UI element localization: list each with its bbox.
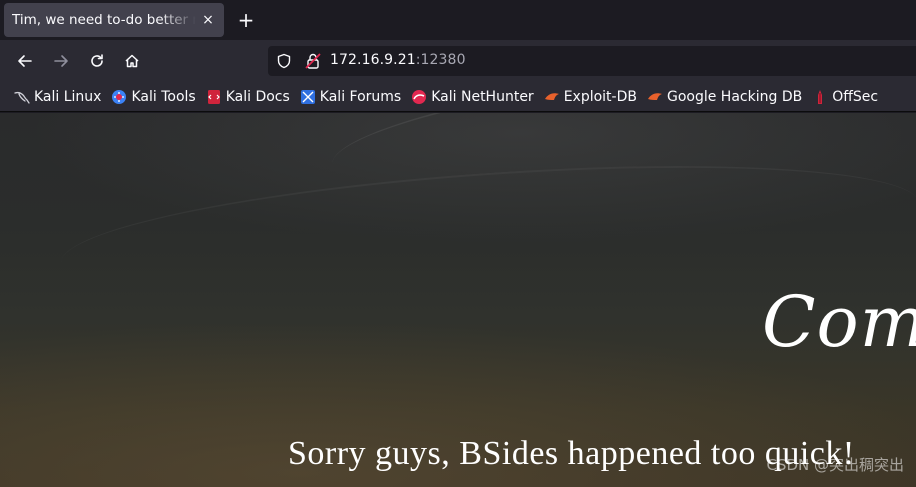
bookmark-label: Google Hacking DB — [666, 88, 803, 105]
insecure-lock-icon[interactable] — [304, 52, 322, 70]
home-button[interactable] — [119, 48, 145, 74]
page-headline: Comi — [762, 281, 916, 363]
forward-button[interactable] — [48, 48, 74, 74]
close-tab-icon[interactable]: × — [200, 12, 216, 28]
bookmark-label: Exploit-DB — [563, 88, 637, 105]
bookmark-label: Kali Linux — [34, 88, 102, 105]
bookmark-label: Kali Forums — [319, 88, 402, 105]
bookmark-google-hacking-db[interactable]: Google Hacking DB — [643, 85, 806, 109]
bookmark-label: OffSec — [832, 88, 879, 105]
csdn-watermark: CSDN @突出稠突出 — [766, 456, 904, 474]
url-bar[interactable]: 172.16.9.21:12380 — [268, 46, 916, 76]
bookmark-kali-tools[interactable]: Kali Tools — [107, 85, 199, 109]
back-arrow-icon — [18, 55, 32, 67]
kali-dragon-icon — [14, 89, 30, 105]
bookmark-kali-forums[interactable]: Kali Forums — [296, 85, 405, 109]
bookmark-kali-linux[interactable]: Kali Linux — [10, 85, 105, 109]
bookmark-kali-docs[interactable]: Kali Docs — [202, 85, 294, 109]
ghdb-icon — [647, 89, 663, 105]
tab-active[interactable]: Tim, we need to-do better next year for … — [4, 3, 224, 37]
url-port: :12380 — [415, 52, 466, 68]
url-text: 172.16.9.21:12380 — [330, 52, 466, 68]
kali-docs-icon — [206, 89, 222, 105]
reload-icon — [91, 54, 103, 67]
tab-strip: Tim, we need to-do better next year for … — [0, 0, 916, 40]
nethunter-icon — [411, 89, 427, 105]
kali-forums-icon — [300, 89, 316, 105]
forward-arrow-icon — [54, 55, 68, 67]
tracking-shield-icon[interactable] — [276, 53, 292, 69]
new-tab-button[interactable]: + — [234, 8, 258, 32]
bookmark-label: Kali NetHunter — [431, 88, 534, 105]
home-icon — [125, 54, 139, 68]
bookmark-label: Kali Tools — [131, 88, 196, 105]
page-content: Comi Sorry guys, BSides happened too qui… — [0, 113, 916, 487]
offsec-icon — [812, 89, 828, 105]
back-button[interactable] — [12, 48, 38, 74]
exploit-db-icon — [544, 89, 560, 105]
bookmark-label: Kali Docs — [225, 88, 290, 105]
reload-button[interactable] — [84, 48, 110, 74]
bookmarks-toolbar: Kali Linux Kali Tools Kali Docs Kali For… — [0, 82, 916, 112]
bookmark-exploit-db[interactable]: Exploit-DB — [540, 85, 641, 109]
url-host: 172.16.9.21 — [330, 52, 416, 68]
tab-title: Tim, we need to-do better next year for … — [12, 12, 196, 28]
bookmark-kali-nethunter[interactable]: Kali NetHunter — [407, 85, 537, 109]
bookmark-offsec[interactable]: OffSec — [808, 85, 882, 109]
kali-tools-icon — [111, 89, 127, 105]
